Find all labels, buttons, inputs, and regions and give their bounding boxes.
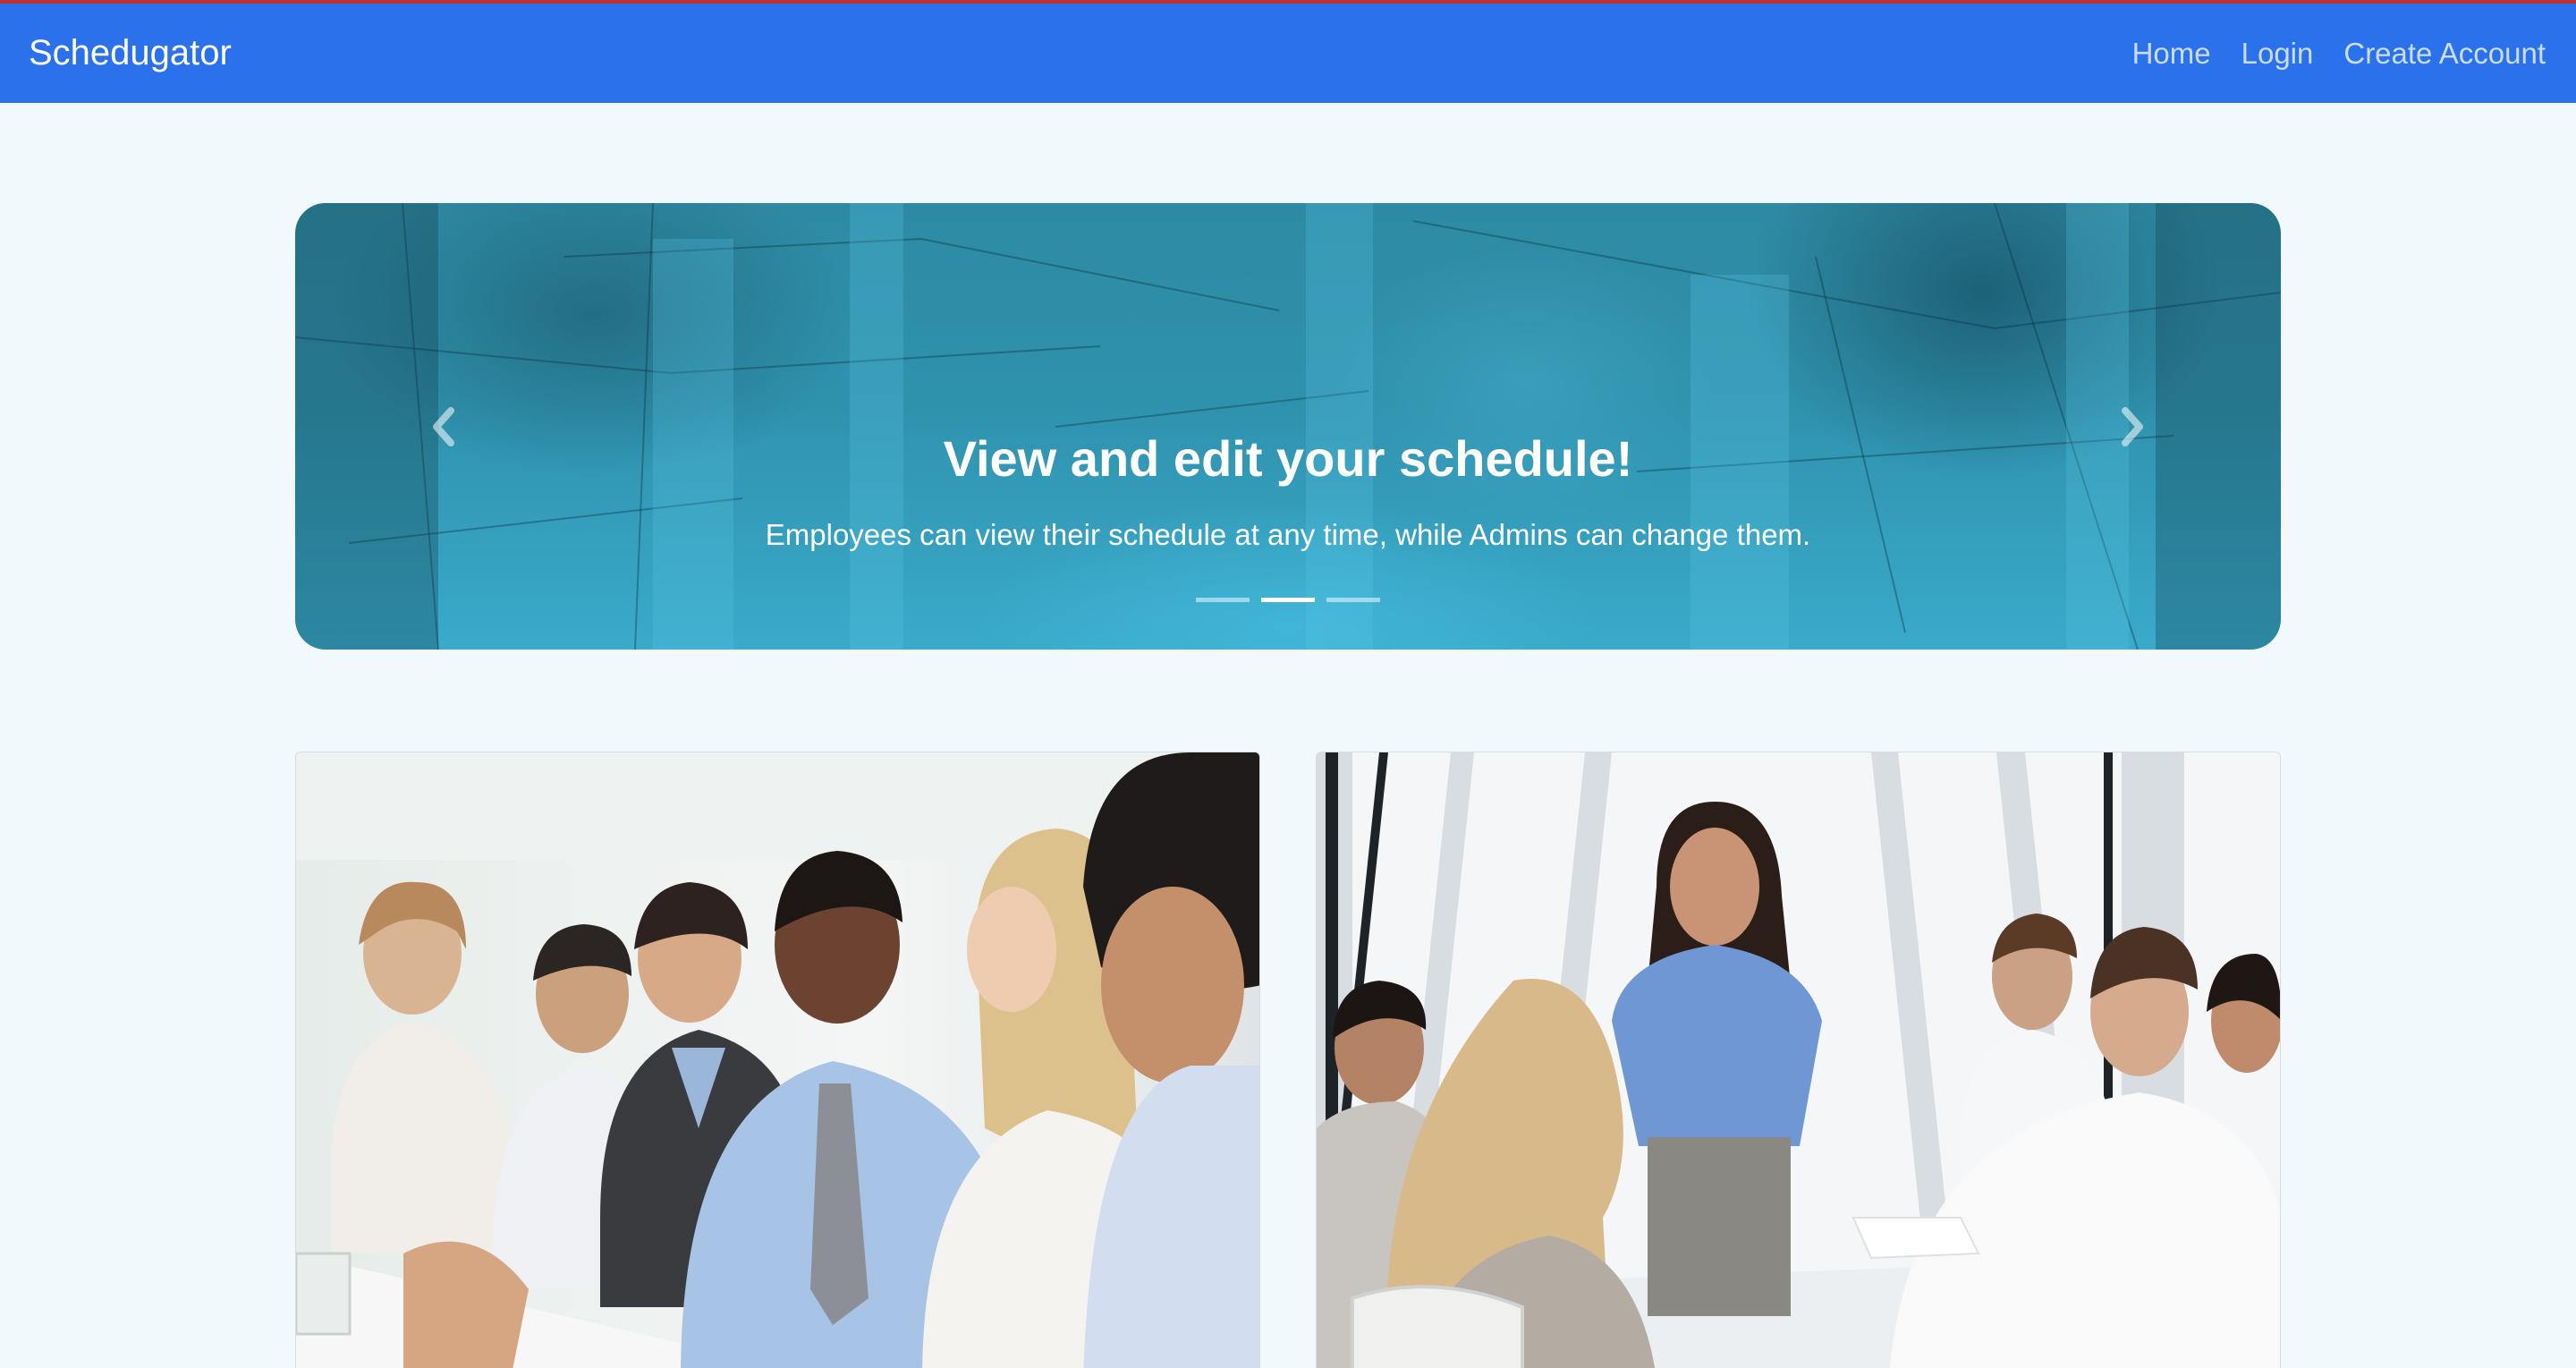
business-meeting-image: [296, 752, 1259, 1368]
carousel-indicator-1[interactable]: [1196, 598, 1250, 602]
hero-carousel: View and edit your schedule! Employees c…: [295, 203, 2281, 650]
carousel-background-texture: [295, 203, 2281, 650]
carousel-indicator-3[interactable]: [1326, 598, 1380, 602]
carousel-indicator-2[interactable]: [1261, 598, 1315, 602]
nav-login-link[interactable]: Login: [2241, 37, 2314, 71]
brand-logo[interactable]: Schedugator: [29, 33, 232, 73]
navbar: Schedugator Home Login Create Account: [0, 0, 2576, 103]
carousel-text: Employees can view their schedule at any…: [765, 518, 1811, 551]
meeting-photo-right: [1316, 752, 2281, 1368]
carousel-indicators: [295, 598, 2281, 602]
carousel-title: View and edit your schedule!: [943, 430, 1633, 487]
nav-create-account-link[interactable]: Create Account: [2343, 37, 2546, 71]
carousel-caption: View and edit your schedule! Employees c…: [295, 434, 2281, 552]
team-presentation-image: [1317, 752, 2280, 1368]
meeting-photo-left: [295, 752, 1260, 1368]
nav-links: Home Login Create Account: [2132, 37, 2547, 71]
nav-home-link[interactable]: Home: [2132, 37, 2211, 71]
